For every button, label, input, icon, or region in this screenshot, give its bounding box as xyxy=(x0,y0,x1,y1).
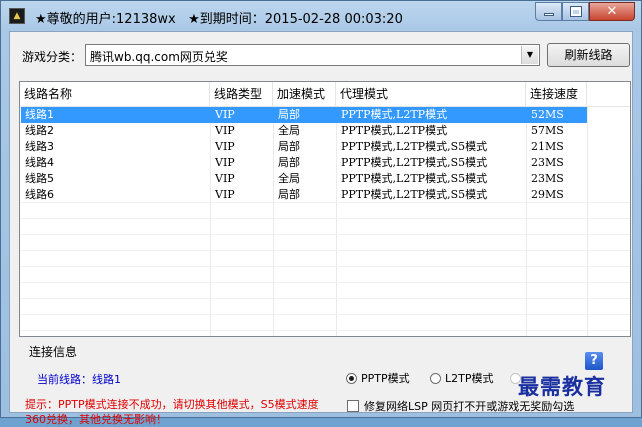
category-dropdown[interactable]: 腾讯wb.qq.com网页兑奖 ▼ xyxy=(85,44,540,66)
radio-pptp-indicator[interactable] xyxy=(346,372,357,384)
refresh-lines-button[interactable]: 刷新线路 xyxy=(547,43,630,67)
category-label: 游戏分类： xyxy=(22,50,83,64)
column-header-name[interactable]: 线路名称 xyxy=(20,82,210,106)
title-bar[interactable]: ▲ ★尊敬的用户:12138wx ★到期时间：2015-02-28 00:03:… xyxy=(1,1,641,31)
cell-name: 线路1 xyxy=(25,108,54,121)
maximize-button[interactable] xyxy=(562,2,589,21)
table-header: 线路名称 线路类型 加速模式 代理模式 连接速度 xyxy=(20,82,630,107)
cell-accel: 局部 xyxy=(278,188,300,201)
cell-type: VIP xyxy=(215,108,235,121)
cell-type: VIP xyxy=(215,188,235,201)
radio-l2tp[interactable]: L2TP模式 xyxy=(430,369,493,387)
cell-speed: 57MS xyxy=(531,124,564,137)
cell-proxy: PPTP模式,L2TP模式,S5模式 xyxy=(341,140,488,153)
table-row[interactable]: 线路2 VIP 全局 PPTP模式,L2TP模式 57MS xyxy=(21,123,587,139)
category-value: 腾讯wb.qq.com网页兑奖 xyxy=(90,50,228,64)
cell-proxy: PPTP模式,L2TP模式,S5模式 xyxy=(341,172,488,185)
column-header-speed[interactable]: 连接速度 xyxy=(526,82,587,106)
cell-type: VIP xyxy=(215,140,235,153)
cell-proxy: PPTP模式,L2TP模式 xyxy=(341,124,448,137)
caption-buttons: ✕ xyxy=(535,2,635,22)
close-button[interactable]: ✕ xyxy=(589,2,635,21)
cell-accel: 局部 xyxy=(278,108,300,121)
table-row[interactable]: 线路5 VIP 全局 PPTP模式,L2TP模式,S5模式 23MS xyxy=(21,171,587,187)
cell-type: VIP xyxy=(215,124,235,137)
cell-speed: 23MS xyxy=(531,156,564,169)
watermark-logo: 最需教育 xyxy=(518,374,606,399)
cell-type: VIP xyxy=(215,156,235,169)
cell-name: 线路6 xyxy=(25,188,54,201)
table-row[interactable]: 线路3 VIP 局部 PPTP模式,L2TP模式,S5模式 21MS xyxy=(21,139,587,155)
repair-lsp-checkbox[interactable] xyxy=(347,400,359,412)
cell-speed: 23MS xyxy=(531,172,564,185)
minimize-icon xyxy=(544,13,554,16)
cell-accel: 局部 xyxy=(278,156,300,169)
table-row[interactable]: 线路6 VIP 局部 PPTP模式,L2TP模式,S5模式 29MS xyxy=(21,187,587,203)
table-row[interactable]: 线路1 VIP 局部 PPTP模式,L2TP模式 52MS xyxy=(21,107,587,123)
cell-type: VIP xyxy=(215,172,235,185)
cell-name: 线路2 xyxy=(25,124,54,137)
help-icon[interactable]: ? xyxy=(585,352,603,370)
minimize-button[interactable] xyxy=(535,2,562,21)
connection-info-title: 连接信息 xyxy=(29,345,78,359)
cell-accel: 局部 xyxy=(278,140,300,153)
line-table: 线路名称 线路类型 加速模式 代理模式 连接速度 线路1 VIP 局部 PPTP模式,… xyxy=(19,81,631,337)
cell-name: 线路5 xyxy=(25,172,54,185)
table-row[interactable]: 线路4 VIP 局部 PPTP模式,L2TP模式,S5模式 23MS xyxy=(21,155,587,171)
cell-proxy: PPTP模式,L2TP模式 xyxy=(341,108,448,121)
cell-speed: 52MS xyxy=(531,108,564,121)
radio-pptp-label: PPTP模式 xyxy=(361,372,410,385)
column-header-accel[interactable]: 加速模式 xyxy=(273,82,336,106)
column-header-type[interactable]: 线路类型 xyxy=(210,82,273,106)
cell-accel: 全局 xyxy=(278,172,300,185)
radio-pptp[interactable]: PPTP模式 xyxy=(346,369,410,387)
radio-l2tp-indicator[interactable] xyxy=(430,372,441,384)
cell-speed: 29MS xyxy=(531,188,564,201)
tip-text: 提示：PPTP模式连接不成功，请切换其他模式，S5模式速度360兑换，其他兑换无… xyxy=(25,398,319,426)
maximize-icon xyxy=(570,6,582,17)
cell-name: 线路3 xyxy=(25,140,54,153)
window-title: ★尊敬的用户:12138wx ★到期时间：2015-02-28 00:03:20 xyxy=(35,12,403,27)
cell-proxy: PPTP模式,L2TP模式,S5模式 xyxy=(341,156,488,169)
cell-speed: 21MS xyxy=(531,140,564,153)
current-line-text: 当前线路：线路1 xyxy=(37,373,121,386)
column-header-proxy[interactable]: 代理模式 xyxy=(336,82,526,106)
cell-proxy: PPTP模式,L2TP模式,S5模式 xyxy=(341,188,488,201)
cell-name: 线路4 xyxy=(25,156,54,169)
chevron-down-icon[interactable]: ▼ xyxy=(521,46,538,64)
cell-accel: 全局 xyxy=(278,124,300,137)
radio-l2tp-label: L2TP模式 xyxy=(445,372,494,385)
app-icon: ▲ xyxy=(9,8,25,24)
close-icon: ✕ xyxy=(606,4,618,19)
